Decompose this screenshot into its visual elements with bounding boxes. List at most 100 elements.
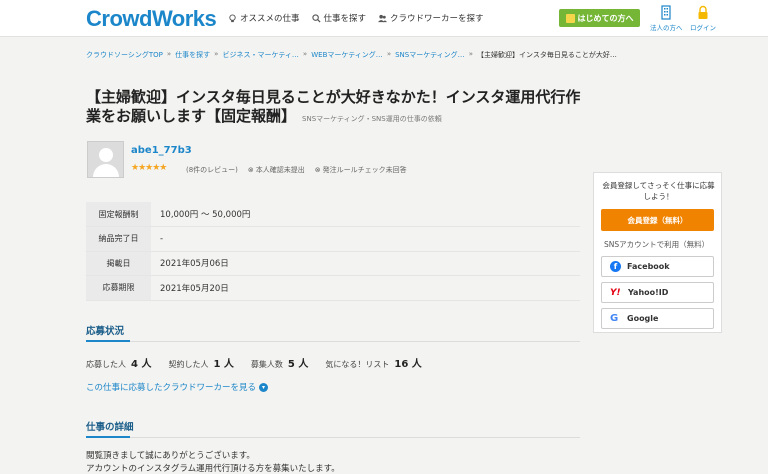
- breadcrumb-separator: »: [468, 50, 473, 58]
- beginners-button-label: はじめての方へ: [577, 13, 634, 23]
- chevron-down-icon: ▾: [259, 382, 269, 392]
- crowdworks-logo[interactable]: CrowdWorks: [86, 6, 217, 32]
- info-value: 2021年05月20日: [151, 275, 580, 300]
- identity-status-label: 本人確認未提出: [255, 166, 305, 174]
- corporate-link[interactable]: 法人の方へ: [650, 5, 683, 32]
- client-avatar[interactable]: [87, 141, 124, 178]
- job-category[interactable]: SNSマーケティング・SNS運用の仕事の依頼: [302, 115, 442, 123]
- facebook-login-button[interactable]: f Facebook: [601, 256, 714, 277]
- view-applicants-link[interactable]: この仕事に応募したクラウドワーカーを見る ▾: [86, 381, 269, 393]
- main-nav: オススメの仕事 仕事を探す クラウドワーカーを探す: [228, 12, 484, 24]
- lock-icon: [698, 5, 708, 19]
- login-link[interactable]: ログイン: [690, 5, 716, 32]
- table-row: 掲載日 2021年05月06日: [86, 251, 580, 276]
- details-section-title: 仕事の詳細: [86, 422, 134, 433]
- google-login-button[interactable]: G Google: [601, 308, 714, 329]
- yahoo-icon: Y!: [610, 287, 621, 298]
- avatar-head-shape: [99, 148, 113, 162]
- rule-check-icon: ⊗: [314, 166, 321, 174]
- breadcrumb-separator: »: [302, 50, 308, 58]
- description-line: 閲覧頂きまして誠にありがとうございます。: [86, 451, 255, 461]
- google-icon: G: [610, 313, 619, 324]
- status-label: 応募した人: [86, 360, 126, 369]
- status-value: 16 人: [394, 359, 422, 370]
- corporate-link-label: 法人の方へ: [650, 24, 683, 32]
- status-value: 5 人: [287, 359, 309, 370]
- search-icon: [311, 13, 321, 23]
- breadcrumb-item[interactable]: WEBマーケティング…: [311, 50, 383, 60]
- breadcrumb-separator: »: [386, 50, 392, 58]
- nav-find-jobs[interactable]: 仕事を探す: [311, 12, 367, 24]
- building-icon: [661, 5, 671, 20]
- status-label: 気になる！リスト: [325, 360, 390, 369]
- divider-accent: [86, 340, 130, 342]
- avatar-body-shape: [93, 164, 119, 177]
- google-label: Google: [627, 314, 659, 323]
- rule-check-label: 発注ルールチェック未回答: [322, 166, 407, 174]
- status-item: 応募した人 4 人: [86, 355, 151, 370]
- table-row: 応募期限 2021年05月20日: [86, 275, 580, 300]
- register-button[interactable]: 会員登録（無料）: [601, 209, 714, 231]
- job-title: 【主婦歓迎】インスタ毎日見ることが大好きなかた！インスタ運用代行作業をお願いしま…: [86, 88, 586, 129]
- bulb-icon: [229, 13, 236, 22]
- identity-icon: ⊗: [247, 166, 254, 174]
- status-label: 募集人数: [250, 360, 283, 369]
- status-value: 4 人: [131, 359, 152, 370]
- nav-recommended-label: オススメの仕事: [240, 14, 300, 24]
- beginners-button[interactable]: はじめての方へ: [559, 9, 640, 27]
- identity-status: ⊗ 本人確認未提出: [248, 165, 305, 175]
- nav-find-workers-label: クラウドワーカーを探す: [390, 14, 484, 24]
- info-value: 2021年05月06日: [151, 251, 580, 276]
- sns-label: SNSアカウントで利用（無料）: [604, 240, 710, 249]
- info-value: -: [151, 226, 580, 251]
- nav-find-workers[interactable]: クラウドワーカーを探す: [378, 12, 484, 24]
- status-label: 契約した人: [168, 360, 209, 369]
- info-label: 応募期限: [86, 275, 151, 300]
- info-label: 納品完了日: [86, 226, 151, 251]
- details-divider: [86, 436, 580, 438]
- site-header: CrowdWorks オススメの仕事 仕事を探す クラウドワーカーを探す はじめ…: [0, 0, 768, 37]
- job-detail-main: 【主婦歓迎】インスタ毎日見ることが大好きなかた！インスタ運用代行作業をお願いしま…: [0, 70, 768, 474]
- facebook-icon: f: [610, 261, 621, 272]
- status-item: 募集人数 5 人: [251, 355, 308, 370]
- beginner-mark-icon: [565, 13, 575, 23]
- users-icon: [378, 14, 388, 22]
- info-value: 10,000円 〜 50,000円: [151, 202, 580, 227]
- job-description: 閲覧頂きまして誠にありがとうございます。 アカウントのインスタグラム運用代行頂け…: [86, 450, 340, 474]
- client-meta: (8件のレビュー) ⊗ 本人確認未提出 ⊗ 発注ルールチェック未回答: [186, 165, 407, 175]
- table-row: 固定報酬制 10,000円 〜 50,000円: [86, 202, 580, 227]
- info-label: 固定報酬制: [86, 202, 151, 227]
- description-line: アカウントのインスタグラム運用代行頂ける方を募集いたします。: [86, 464, 340, 474]
- job-info-table: 固定報酬制 10,000円 〜 50,000円 納品完了日 - 掲載日 2021…: [86, 202, 580, 301]
- yahoo-label: Yahoo!ID: [628, 288, 669, 297]
- nav-recommended[interactable]: オススメの仕事: [228, 12, 300, 24]
- status-divider: [86, 340, 580, 342]
- view-applicants-label: この仕事に応募したクラウドワーカーを見る: [86, 383, 257, 393]
- login-link-label: ログイン: [690, 24, 716, 32]
- status-item: 契約した人 1 人: [168, 355, 233, 370]
- table-row: 納品完了日 -: [86, 226, 580, 251]
- breadcrumb-item[interactable]: 仕事を探す: [175, 50, 210, 60]
- rule-check-status: ⊗ 発注ルールチェック未回答: [315, 165, 407, 175]
- signup-card: 会員登録してさっそく仕事に応募しよう！ 会員登録（無料） SNSアカウントで利用…: [593, 172, 722, 333]
- breadcrumb-current: 【主婦歓迎】インスタ毎日見ることが大好…: [476, 51, 617, 59]
- breadcrumb: クラウドソーシングTOP » 仕事を探す » ビジネス・マーケティ… » WEB…: [86, 50, 686, 60]
- divider-accent: [86, 436, 130, 438]
- review-count[interactable]: (8件のレビュー): [186, 165, 238, 175]
- client-name[interactable]: abe1_77b3: [131, 145, 192, 156]
- breadcrumb-separator: »: [214, 50, 219, 58]
- breadcrumb-item[interactable]: クラウドソーシングTOP: [86, 50, 163, 60]
- breadcrumb-item[interactable]: ビジネス・マーケティ…: [222, 50, 298, 60]
- status-item: 気になる！リスト 16 人: [325, 355, 421, 370]
- info-label: 掲載日: [86, 251, 151, 276]
- status-row: 応募した人 4 人 契約した人 1 人 募集人数 5 人 気になる！リスト 16 人: [86, 355, 422, 370]
- yahoo-login-button[interactable]: Y! Yahoo!ID: [601, 282, 714, 303]
- status-value: 1 人: [213, 359, 234, 370]
- nav-find-jobs-label: 仕事を探す: [323, 14, 367, 24]
- status-section-title: 応募状況: [86, 326, 125, 337]
- breadcrumb-separator: »: [166, 50, 172, 58]
- signup-message: 会員登録してさっそく仕事に応募しよう！: [602, 181, 715, 201]
- facebook-label: Facebook: [627, 262, 670, 271]
- rating-stars: ★★★★★: [131, 163, 167, 173]
- breadcrumb-item[interactable]: SNSマーケティング…: [395, 50, 465, 60]
